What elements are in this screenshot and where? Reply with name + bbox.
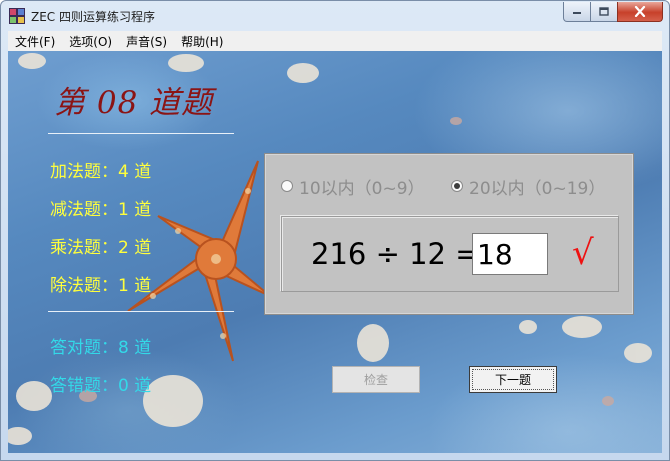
close-button[interactable]	[617, 2, 663, 22]
radio-20-icon	[451, 180, 463, 192]
app-icon	[9, 8, 25, 24]
stat-division-label: 除法题：	[50, 276, 118, 296]
main-area: 第 08 道题 加法题：4 道 减法题：1 道 乘法题：2 道 除法题：1 道 …	[8, 51, 662, 453]
equation-expression: 216 ÷ 12 =	[311, 237, 480, 271]
stat-wrong-count: 0	[118, 376, 129, 396]
stat-subtraction-count: 1	[118, 200, 129, 220]
maximize-button[interactable]	[590, 2, 618, 22]
stat-addition-count: 4	[118, 162, 129, 182]
equation-box: 216 ÷ 12 = 18 √	[281, 216, 619, 292]
menu-help[interactable]: 帮助(H)	[174, 33, 230, 50]
range-option-10[interactable]: 10以内（0~9）	[281, 174, 425, 199]
menu-bar: 文件(F) 选项(O) 声音(S) 帮助(H)	[8, 31, 662, 51]
next-question-button[interactable]: 下一题	[469, 366, 557, 393]
stat-multiplication-label: 乘法题：	[50, 238, 118, 258]
stat-correct-count: 8	[118, 338, 129, 358]
minimize-button[interactable]	[563, 2, 591, 22]
close-icon	[634, 6, 646, 17]
stat-division: 除法题：1 道	[50, 271, 151, 296]
stat-subtraction-label: 减法题：	[50, 200, 118, 220]
stat-correct-unit: 道	[128, 338, 152, 358]
stat-addition: 加法题：4 道	[50, 157, 151, 182]
stat-addition-unit: 道	[128, 162, 152, 182]
menu-options[interactable]: 选项(O)	[62, 33, 119, 50]
divider	[48, 133, 234, 134]
stat-correct: 答对题：8 道	[50, 333, 151, 358]
stat-multiplication-count: 2	[118, 238, 129, 258]
question-panel: 10以内（0~9） 20以内（0~19） 216 ÷ 12 = 18 √	[264, 153, 634, 315]
stat-wrong: 答错题：0 道	[50, 371, 151, 396]
stat-correct-label: 答对题：	[50, 338, 118, 358]
stat-multiplication: 乘法题：2 道	[50, 233, 151, 258]
radio-10-icon	[281, 180, 293, 192]
stat-addition-label: 加法题：	[50, 162, 118, 182]
stat-multiplication-unit: 道	[128, 238, 152, 258]
menu-sound[interactable]: 声音(S)	[119, 33, 174, 50]
maximize-icon	[599, 7, 609, 16]
app-window: ZEC 四则运算练习程序 文件(F) 选项(O) 声音(S) 帮助(H) 第 0…	[0, 0, 670, 461]
menu-file[interactable]: 文件(F)	[8, 33, 62, 50]
stat-subtraction: 减法题：1 道	[50, 195, 151, 220]
question-number-title: 第 08 道题	[54, 85, 214, 121]
divider	[48, 311, 234, 312]
title-bar: ZEC 四则运算练习程序	[1, 1, 669, 31]
stat-wrong-label: 答错题：	[50, 376, 118, 396]
window-title: ZEC 四则运算练习程序	[31, 10, 155, 24]
check-button[interactable]: 检查	[332, 366, 420, 393]
stat-division-unit: 道	[128, 276, 152, 296]
correct-check-icon: √	[572, 233, 594, 273]
minimize-icon	[573, 11, 581, 14]
range-option-20[interactable]: 20以内（0~19）	[451, 174, 606, 199]
stat-subtraction-unit: 道	[128, 200, 152, 220]
range-option-20-label: 20以内（0~19）	[469, 178, 606, 199]
range-option-10-label: 10以内（0~9）	[299, 178, 425, 199]
answer-input[interactable]: 18	[472, 233, 548, 275]
stat-division-count: 1	[118, 276, 129, 296]
stat-wrong-unit: 道	[128, 376, 152, 396]
